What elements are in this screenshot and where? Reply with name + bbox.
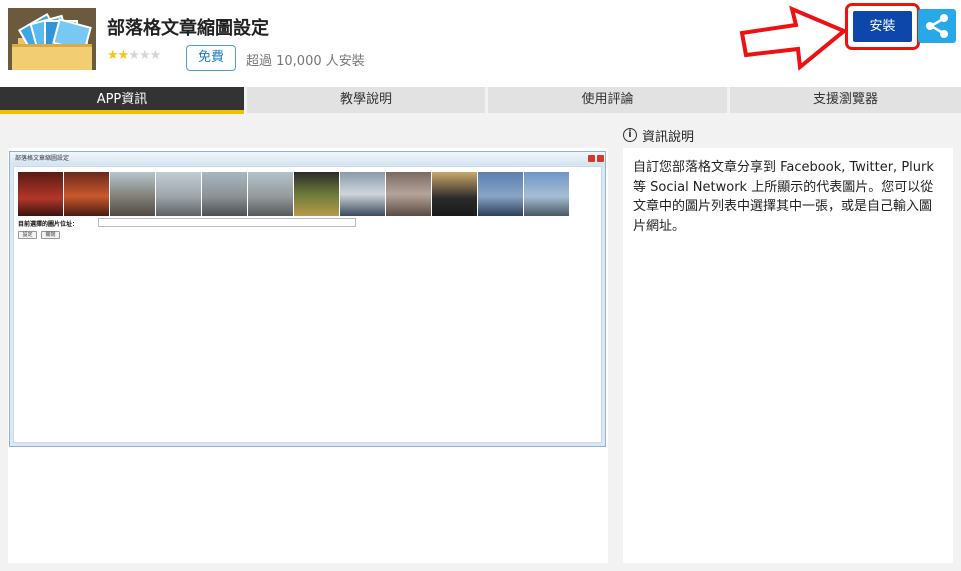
thumbnail-image bbox=[110, 172, 155, 216]
thumbnail-image bbox=[18, 172, 63, 216]
screenshot-set-button: 設定 bbox=[18, 231, 37, 239]
app-screenshot: 部落格文章縮圖設定 目前選擇的圖片位址： 設定 關閉 bbox=[8, 148, 608, 563]
star-empty-icon: ★ bbox=[149, 48, 162, 63]
screenshot-close-icon bbox=[597, 155, 604, 162]
thumbnail-image bbox=[202, 172, 247, 216]
share-icon bbox=[926, 14, 948, 38]
thumbnail-image bbox=[294, 172, 339, 216]
tab-browsers[interactable]: 支援瀏覽器 bbox=[730, 87, 961, 113]
screenshot-window: 部落格文章縮圖設定 目前選擇的圖片位址： 設定 關閉 bbox=[9, 151, 606, 447]
tab-reviews[interactable]: 使用評論 bbox=[488, 87, 727, 113]
info-description: 自訂您部落格文章分享到 Facebook, Twitter, Plurk 等 S… bbox=[623, 148, 953, 563]
screenshot-body: 目前選擇的圖片位址： 設定 關閉 bbox=[13, 166, 602, 443]
thumbnail-image bbox=[478, 172, 523, 216]
thumbnail-image bbox=[64, 172, 109, 216]
thumbnail-image bbox=[524, 172, 569, 216]
install-button[interactable]: 安裝 bbox=[853, 11, 912, 42]
screenshot-url-input bbox=[98, 218, 356, 227]
tab-tutorial[interactable]: 教學說明 bbox=[247, 87, 485, 113]
thumbnail-image bbox=[386, 172, 431, 216]
install-count: 超過 10,000 人安裝 bbox=[246, 54, 365, 69]
screenshot-field-label: 目前選擇的圖片位址： bbox=[18, 221, 79, 228]
star-empty-icon: ★ bbox=[138, 48, 151, 63]
screenshot-minimize-icon bbox=[588, 155, 595, 162]
pointer-arrow-icon bbox=[739, 5, 848, 71]
star-empty-icon: ★ bbox=[128, 48, 140, 63]
tab-app-info[interactable]: APP資訊 bbox=[0, 87, 244, 114]
screenshot-window-title: 部落格文章縮圖設定 bbox=[10, 152, 605, 165]
star-filled-icon: ★ bbox=[117, 48, 130, 63]
star-filled-icon: ★ bbox=[107, 48, 119, 63]
app-header: 部落格文章縮圖設定 ★★★★★ 免費 超過 10,000 人安裝 安裝 bbox=[0, 0, 961, 87]
thumbnail-image bbox=[248, 172, 293, 216]
photo-folder-icon bbox=[8, 8, 96, 70]
install-highlight-frame: 安裝 bbox=[845, 3, 920, 50]
app-title: 部落格文章縮圖設定 bbox=[107, 18, 269, 39]
rating-stars: ★★★★★ bbox=[107, 48, 162, 63]
thumbnail-image bbox=[156, 172, 201, 216]
info-heading: 資訊說明 bbox=[642, 130, 695, 145]
screenshot-close-button: 關閉 bbox=[41, 231, 60, 239]
price-badge: 免費 bbox=[186, 45, 236, 71]
thumbnail-image bbox=[432, 172, 477, 216]
share-button[interactable] bbox=[918, 9, 956, 43]
info-icon: i bbox=[623, 128, 637, 142]
thumbnail-image bbox=[340, 172, 385, 216]
tab-bar: APP資訊 教學說明 使用評論 支援瀏覽器 bbox=[0, 87, 961, 115]
